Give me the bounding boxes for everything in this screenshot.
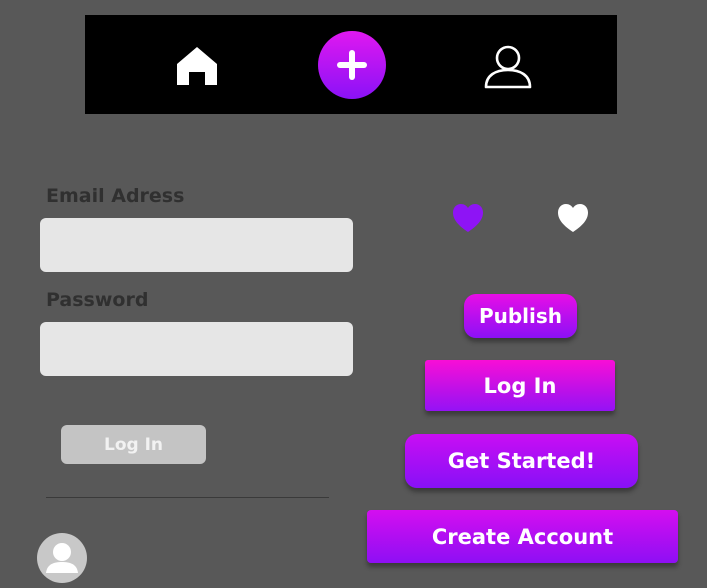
password-label: Password xyxy=(46,289,149,311)
email-field[interactable] xyxy=(40,218,353,272)
heart-filled-icon[interactable] xyxy=(451,202,485,234)
login-button-disabled[interactable]: Log In xyxy=(61,425,206,464)
divider xyxy=(46,497,329,498)
heart-icon[interactable] xyxy=(556,202,590,234)
bottom-nav-bar xyxy=(85,15,617,114)
email-label: Email Adress xyxy=(46,185,185,207)
avatar[interactable] xyxy=(37,533,87,583)
password-field[interactable] xyxy=(40,322,353,376)
create-account-button[interactable]: Create Account xyxy=(367,510,678,563)
get-started-button[interactable]: Get Started! xyxy=(405,434,638,488)
plus-icon xyxy=(337,50,367,80)
user-outline-icon[interactable] xyxy=(484,45,532,89)
publish-button[interactable]: Publish xyxy=(464,294,577,338)
login-button[interactable]: Log In xyxy=(425,360,615,411)
home-icon[interactable] xyxy=(175,45,219,87)
add-button[interactable] xyxy=(318,31,386,99)
user-icon xyxy=(46,543,78,573)
